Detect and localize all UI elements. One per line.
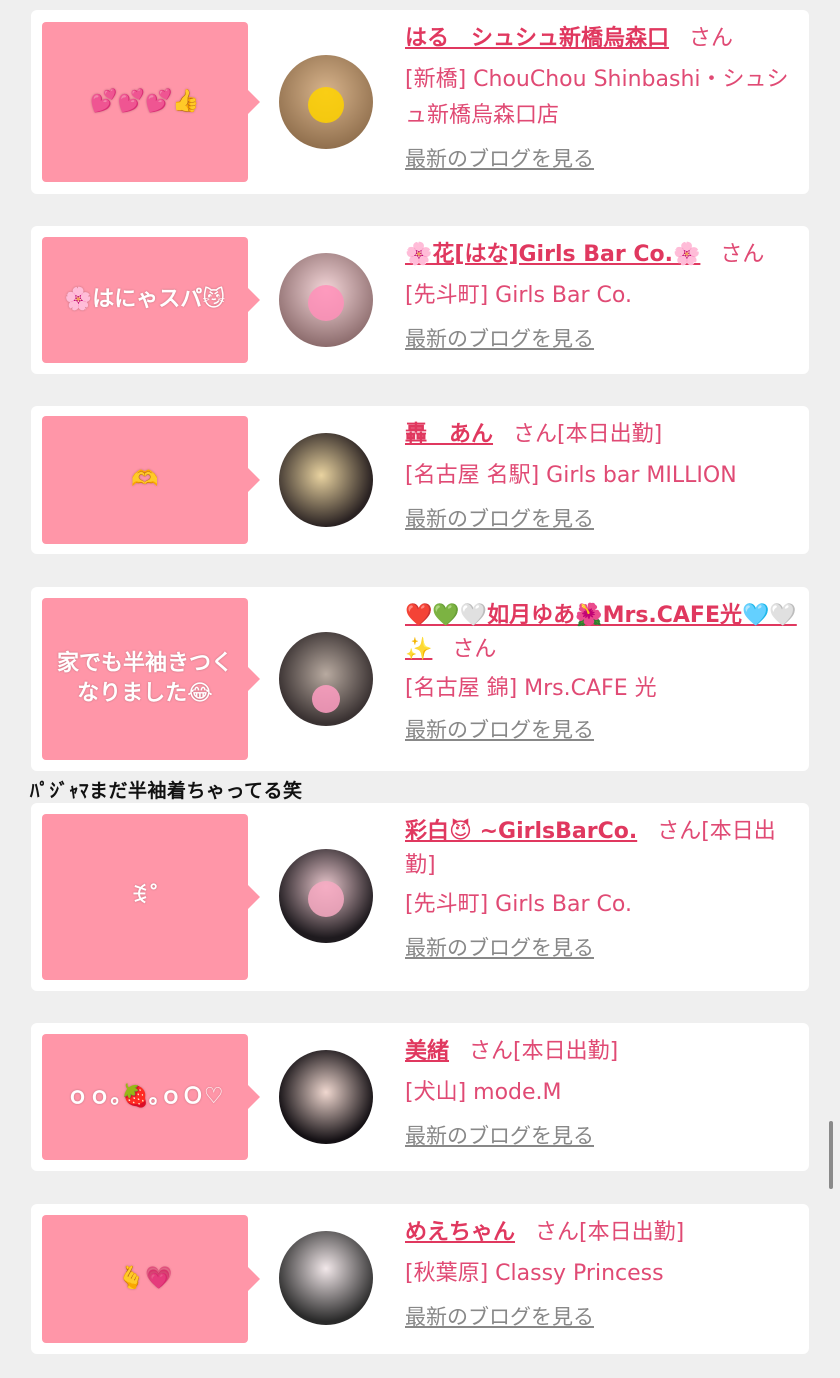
honorific: さん — [452, 637, 497, 662]
honorific: さん — [657, 819, 702, 844]
shop-label: [先斗町] Girls Bar Co. — [405, 283, 632, 308]
shop-label: [新橋] ChouChou Shinbashi・シュシュ新橋烏森口店 — [405, 67, 789, 128]
shop-label: [先斗町] Girls Bar Co. — [405, 892, 632, 917]
latest-blog-link[interactable]: 最新のブログを見る — [405, 715, 805, 745]
message-bubble: 💕💕💕👍 — [42, 22, 260, 182]
message-bubble: ꉂ˚ — [42, 814, 260, 980]
honorific: さん — [513, 422, 558, 447]
post-card[interactable]: ꉂ˚ 彩白😈 ~GirlsBarCo. さん[本日出勤] [先斗町] Girls … — [31, 803, 809, 991]
post-card[interactable]: 🫶 轟 あん さん[本日出勤] [名古屋 名駅] Girls bar MILLIO… — [31, 406, 809, 554]
latest-blog-link[interactable]: 最新のブログを見る — [405, 1121, 805, 1151]
message-bubble: ｏｏ｡🍓｡ｏＯ♡ — [42, 1034, 260, 1160]
shop-label: [秋葉原] Classy Princess — [405, 1261, 664, 1286]
working-today-badge: [本日出勤] — [513, 1039, 619, 1064]
shop-label: [名古屋 名駅] Girls bar MILLION — [405, 463, 737, 488]
message-bubble: 🫶 — [42, 416, 260, 544]
message-bubble: 家でも半袖きつく なりました😂 — [42, 598, 260, 760]
honorific: さん — [689, 26, 734, 51]
latest-blog-link[interactable]: 最新のブログを見る — [405, 144, 805, 174]
cast-name-link[interactable]: めえちゃん — [405, 1220, 515, 1245]
cast-name-link[interactable]: 轟 あん — [405, 422, 493, 447]
message-bubble: 🫰💗 — [42, 1215, 260, 1343]
cast-name-link[interactable]: 美緒 — [405, 1039, 449, 1064]
latest-blog-link[interactable]: 最新のブログを見る — [405, 504, 805, 534]
shop-label: [犬山] mode.M — [405, 1080, 562, 1105]
honorific: さん — [535, 1220, 580, 1245]
post-card[interactable]: 家でも半袖きつく なりました😂 ❤️💚🤍如月ゆあ🌺Mrs.CAFE光🩵🤍✨ さん … — [31, 587, 809, 771]
post-card[interactable]: ｏｏ｡🍓｡ｏＯ♡ 美緒 さん[本日出勤] [犬山] mode.M 最新のブログを見… — [31, 1023, 809, 1171]
cast-name-link[interactable]: 🌸花[はな]Girls Bar Co.🌸 — [405, 242, 700, 267]
working-today-badge: [本日出勤] — [579, 1220, 685, 1245]
latest-blog-link[interactable]: 最新のブログを見る — [405, 1302, 805, 1332]
scrollbar[interactable] — [829, 1121, 833, 1189]
post-card[interactable]: 🫰💗 めえちゃん さん[本日出勤] [秋葉原] Classy Princess 最… — [31, 1204, 809, 1354]
cast-name-link[interactable]: 彩白😈 ~GirlsBarCo. — [405, 819, 637, 844]
avatar[interactable] — [279, 1231, 373, 1325]
shop-label: [名古屋 錦] Mrs.CAFE 光 — [405, 676, 657, 701]
avatar[interactable] — [279, 1050, 373, 1144]
post-card[interactable]: 💕💕💕👍 はる シュシュ新橋烏森口 さん [新橋] ChouChou Shinba… — [31, 10, 809, 194]
avatar[interactable] — [279, 849, 373, 943]
message-bubble: 🌸はにゃスパ😼 — [42, 237, 260, 363]
working-today-badge: [本日出勤] — [557, 422, 663, 447]
avatar[interactable] — [279, 632, 373, 726]
post-card[interactable]: 🌸はにゃスパ😼 🌸花[はな]Girls Bar Co.🌸 さん [先斗町] Gir… — [31, 226, 809, 374]
cast-name-link[interactable]: はる シュシュ新橋烏森口 — [405, 26, 669, 51]
honorific: さん — [469, 1039, 514, 1064]
avatar[interactable] — [279, 253, 373, 347]
overflow-caption: ﾊﾟｼﾞｬﾏまだ半袖着ちゃってる笑 — [30, 780, 303, 802]
avatar[interactable] — [279, 55, 373, 149]
latest-blog-link[interactable]: 最新のブログを見る — [405, 933, 805, 963]
avatar[interactable] — [279, 433, 373, 527]
latest-blog-link[interactable]: 最新のブログを見る — [405, 324, 805, 354]
honorific: さん — [720, 242, 765, 267]
